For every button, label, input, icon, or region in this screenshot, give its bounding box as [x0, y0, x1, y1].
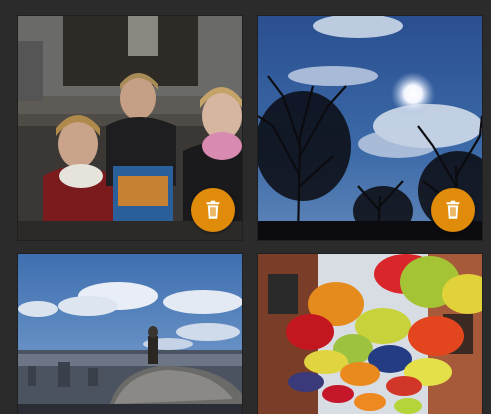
- photo-tile-children[interactable]: [18, 16, 242, 240]
- delete-button[interactable]: [191, 188, 235, 232]
- photo-grid: [0, 0, 491, 414]
- trash-icon: [206, 200, 220, 219]
- delete-button[interactable]: [431, 188, 475, 232]
- photo-tile-umbrellas[interactable]: [258, 254, 482, 414]
- photo-umbrellas: [258, 254, 482, 414]
- photo-rooftop-statue: [18, 254, 242, 414]
- photo-tile-rooftop-statue[interactable]: [18, 254, 242, 414]
- trash-icon: [446, 200, 460, 219]
- photo-tile-tree-sky[interactable]: [258, 16, 482, 240]
